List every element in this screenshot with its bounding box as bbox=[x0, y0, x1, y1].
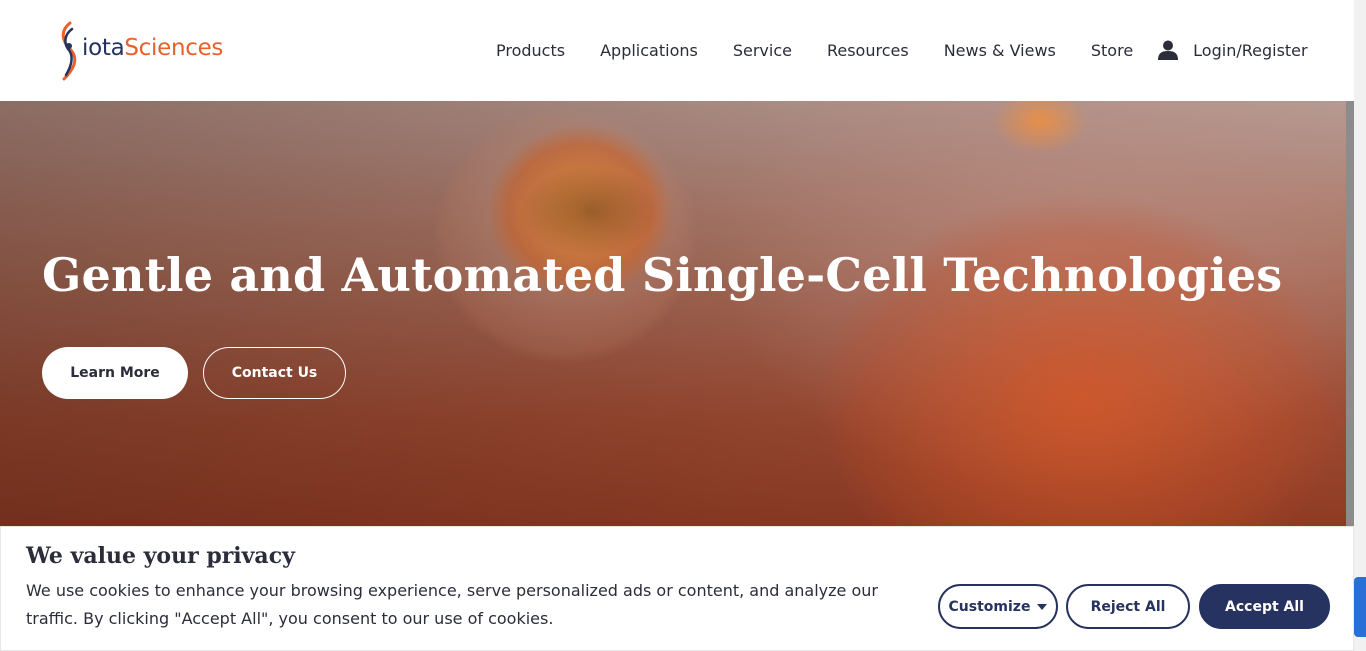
hero-background-image bbox=[520, 166, 660, 256]
hero-banner: Gentle and Automated Single-Cell Technol… bbox=[0, 101, 1346, 526]
nav-item-resources[interactable]: Resources bbox=[827, 41, 909, 60]
learn-more-button[interactable]: Learn More bbox=[42, 347, 188, 399]
dna-helix-icon bbox=[61, 21, 77, 81]
nav-item-service[interactable]: Service bbox=[733, 41, 792, 60]
iota-sciences-logo[interactable]: iotaSciences bbox=[58, 20, 223, 82]
main-nav: Products Applications Service Resources … bbox=[496, 38, 1308, 62]
user-icon[interactable] bbox=[1157, 39, 1179, 61]
reject-all-button[interactable]: Reject All bbox=[1066, 584, 1190, 629]
nav-item-applications[interactable]: Applications bbox=[600, 41, 698, 60]
cookie-consent-banner: We value your privacy We use cookies to … bbox=[0, 526, 1354, 651]
side-feedback-tab[interactable] bbox=[1354, 577, 1366, 637]
cookie-banner-text: We use cookies to enhance your browsing … bbox=[26, 581, 878, 628]
logo-wordmark-iota: iota bbox=[82, 35, 125, 61]
nav-item-news-views[interactable]: News & Views bbox=[944, 41, 1056, 60]
login-register-link[interactable]: Login/Register bbox=[1193, 41, 1307, 60]
nav-item-store[interactable]: Store bbox=[1091, 41, 1133, 60]
logo-wordmark-sciences: Sciences bbox=[124, 35, 224, 61]
contact-us-button[interactable]: Contact Us bbox=[203, 347, 346, 399]
scrollbar-track[interactable] bbox=[1354, 0, 1366, 651]
accept-all-button[interactable]: Accept All bbox=[1199, 584, 1330, 629]
customize-button[interactable]: Customize bbox=[938, 584, 1058, 629]
logo-wordmark: iotaSciences bbox=[82, 35, 223, 61]
scrollbar-thumb[interactable] bbox=[1346, 101, 1354, 526]
cookie-banner-title: We value your privacy bbox=[26, 543, 295, 569]
hero-title: Gentle and Automated Single-Cell Technol… bbox=[42, 248, 1283, 302]
nav-item-products[interactable]: Products bbox=[496, 41, 565, 60]
caret-down-icon bbox=[1037, 603, 1048, 610]
site-header: iotaSciences Products Applications Servi… bbox=[0, 0, 1354, 101]
customize-label: Customize bbox=[948, 598, 1031, 615]
